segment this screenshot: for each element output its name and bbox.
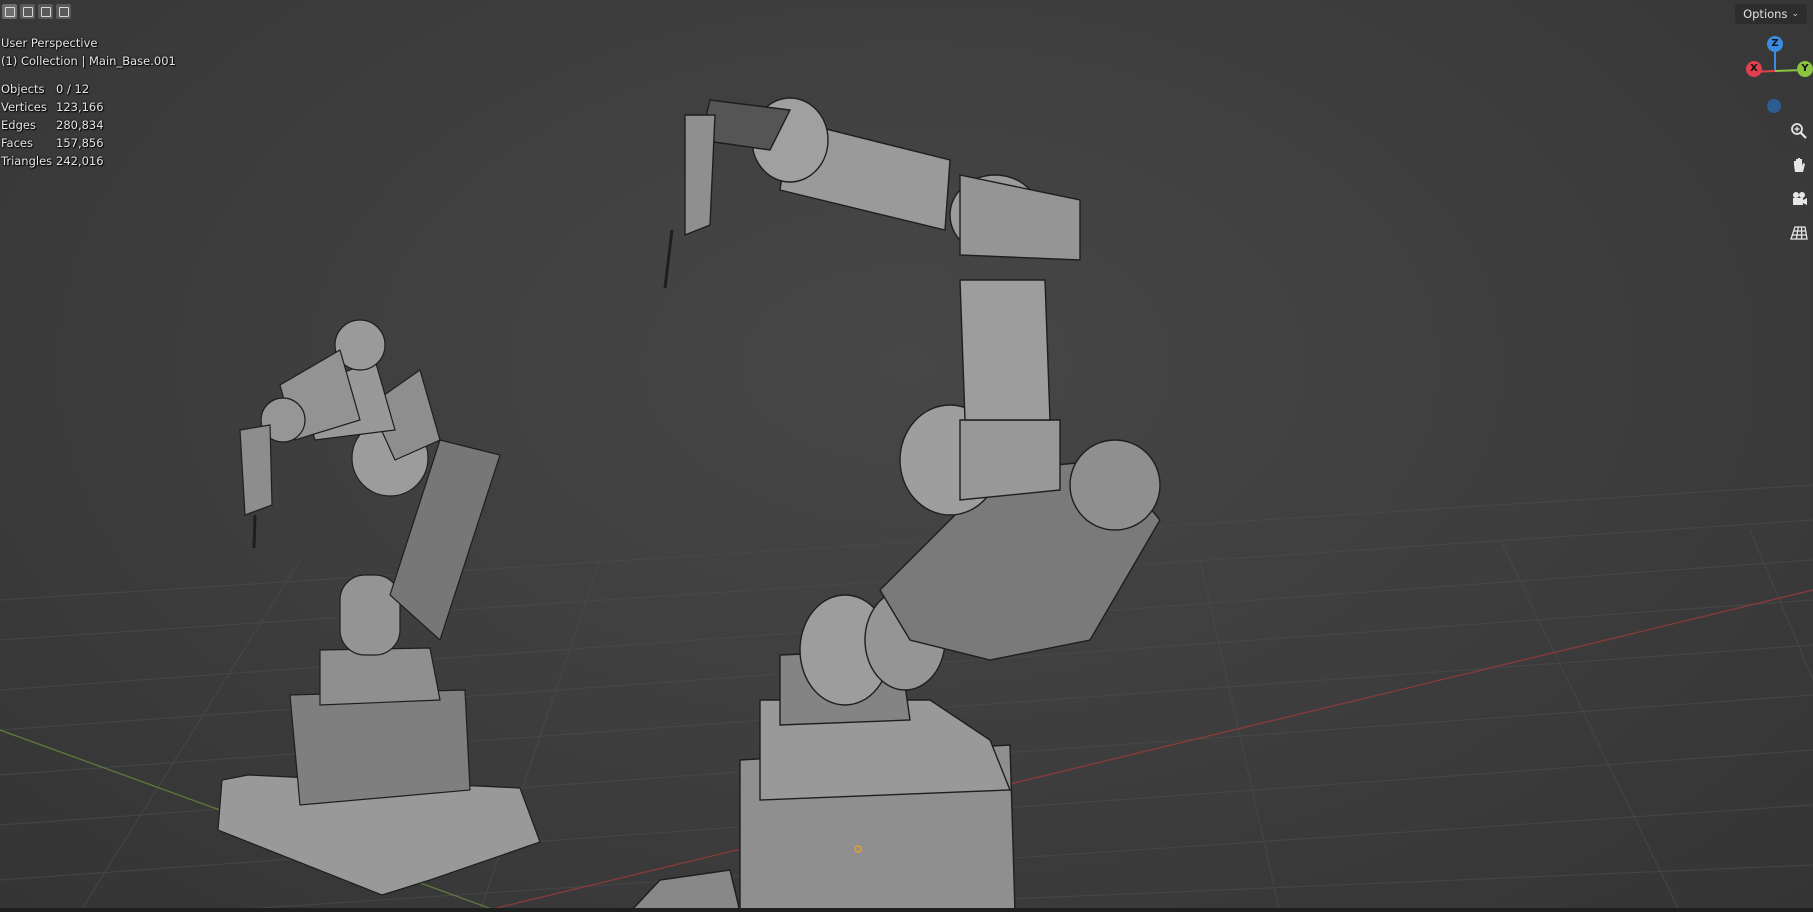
chevron-down-icon: ⌄	[1791, 9, 1799, 19]
robot-arm-right	[629, 97, 1161, 912]
neg-z-axis-gizmo[interactable]	[1767, 99, 1781, 113]
stat-label: Vertices	[1, 100, 47, 114]
collection-info: (1) Collection | Main_Base.001	[1, 54, 176, 68]
stat-row: Triangles 242,016	[1, 152, 104, 170]
stat-label: Edges	[1, 118, 36, 132]
select-extend-icon[interactable]	[20, 4, 35, 19]
stat-value: 123,166	[56, 100, 104, 114]
view-name: User Perspective	[1, 36, 98, 50]
stat-label: Objects	[1, 82, 45, 96]
stat-value: 0 / 12	[56, 82, 90, 96]
navigation-gizmo[interactable]: Z Y X	[1740, 36, 1813, 116]
stat-label: Triangles	[1, 154, 53, 168]
3d-viewport[interactable]: User Perspective (1) Collection | Main_B…	[0, 0, 1813, 912]
stat-value: 157,856	[56, 136, 104, 150]
x-axis-line	[479, 589, 1813, 912]
grid-ortho-icon[interactable]	[1786, 220, 1812, 246]
stat-row: Vertices 123,166	[1, 98, 104, 116]
statistics-overlay: Objects 0 / 12 Vertices 123,166 Edges 28…	[1, 80, 104, 170]
select-new-icon[interactable]	[2, 4, 17, 19]
stat-row: Edges 280,834	[1, 116, 104, 134]
y-axis-gizmo-line	[1774, 69, 1798, 72]
viewport-scene	[0, 97, 1813, 912]
viewport-bottom-border	[0, 908, 1813, 912]
stat-row: Faces 157,856	[1, 134, 104, 152]
viewport-info: User Perspective (1) Collection | Main_B…	[1, 34, 176, 70]
y-axis-gizmo[interactable]: Y	[1797, 61, 1813, 77]
camera-icon[interactable]	[1786, 186, 1812, 212]
viewport-navigation-tools	[1786, 118, 1812, 246]
options-button[interactable]: Options ⌄	[1735, 4, 1807, 24]
select-intersect-icon[interactable]	[56, 4, 71, 19]
z-axis-gizmo[interactable]: Z	[1767, 36, 1783, 52]
hand-pan-icon[interactable]	[1786, 152, 1812, 178]
stat-value: 242,016	[56, 154, 104, 168]
select-mode-group	[2, 4, 71, 19]
stat-label: Faces	[1, 136, 33, 150]
x-axis-gizmo[interactable]: X	[1746, 61, 1762, 77]
stat-value: 280,834	[56, 118, 104, 132]
stat-row: Objects 0 / 12	[1, 80, 104, 98]
options-label: Options	[1743, 7, 1788, 21]
select-subtract-icon[interactable]	[38, 4, 53, 19]
zoom-icon[interactable]	[1786, 118, 1812, 144]
